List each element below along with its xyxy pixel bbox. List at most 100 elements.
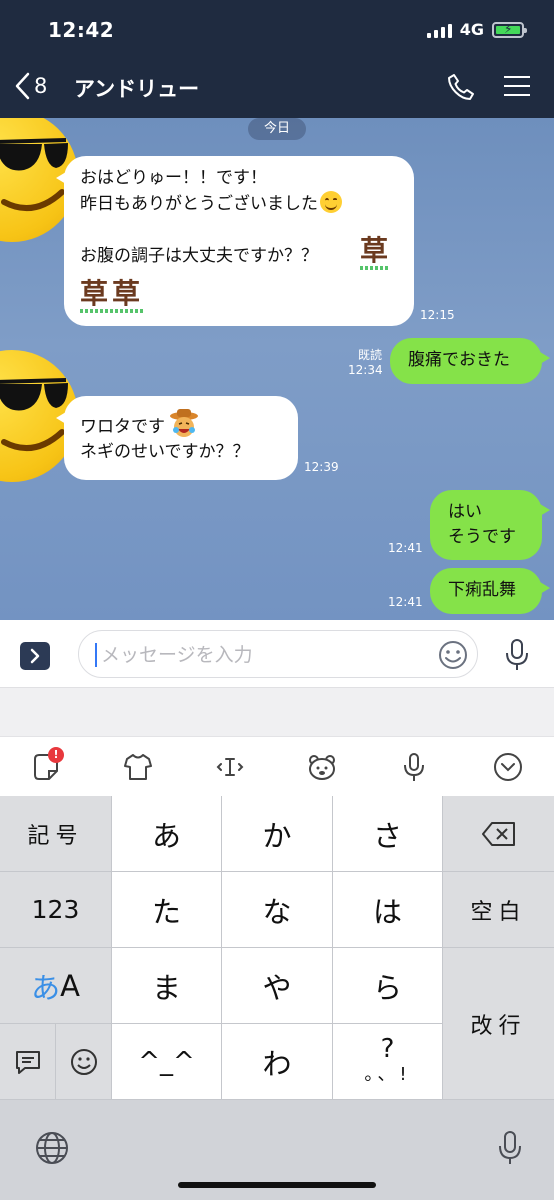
home-indicator[interactable]	[178, 1182, 376, 1188]
kana-key[interactable]: ら	[333, 948, 442, 1023]
switch-keyboard-button[interactable]	[34, 1130, 70, 1170]
read-receipt: 既読 12:34	[348, 348, 383, 378]
battery-icon: ⚡	[492, 21, 527, 38]
return-key[interactable]: 改行	[443, 948, 554, 1099]
text-caret	[95, 643, 97, 667]
message-text: 昨日もありがとうございました	[80, 194, 318, 214]
message-time: 12:34	[348, 363, 383, 377]
punctuation-question: ?	[380, 1033, 395, 1064]
kana-label: あ	[31, 970, 61, 1005]
globe-icon	[36, 1132, 68, 1164]
menu-button[interactable]	[504, 76, 530, 103]
message-bubble-outgoing[interactable]: 下痢乱舞	[430, 568, 550, 614]
message-bubble-incoming[interactable]: おはどりゅー！！です！ 昨日もありがとうございました お腹の調子は大丈夫ですか？…	[56, 156, 414, 326]
menu-icon	[504, 76, 530, 96]
sticker-button[interactable]: !	[30, 747, 64, 783]
dictation-button[interactable]	[398, 751, 430, 783]
japanese-keyboard: 記号 123 あA あ か さ た な は ま や ら ^_^ わ ? 。、! …	[0, 796, 554, 1100]
suggestion-bar	[0, 688, 554, 736]
message-bubble-outgoing[interactable]: はい そうです	[430, 490, 550, 560]
message-text: ネギのせいですか？？	[80, 442, 250, 462]
kana-key[interactable]: あ	[112, 796, 221, 871]
chat-area[interactable]: 今日 おはどりゅー！！です！ 昨日もありがとうございました お腹の調子は大丈夫で…	[0, 118, 554, 620]
message-key[interactable]	[0, 1024, 55, 1099]
smile-icon	[70, 1048, 97, 1075]
numbers-key[interactable]: 123	[0, 872, 111, 947]
cursor-button[interactable]	[214, 751, 246, 783]
message-text: お腹の調子は大丈夫ですか？？	[80, 246, 318, 266]
message-time: 12:41	[388, 541, 423, 555]
status-indicators: 4G ⚡	[426, 20, 527, 39]
mic-icon	[499, 1131, 521, 1164]
emoji-key[interactable]	[56, 1024, 111, 1099]
message-icon	[15, 1050, 40, 1074]
chevron-down-icon	[494, 753, 522, 781]
back-icon	[15, 72, 30, 100]
date-separator: 今日	[248, 118, 306, 140]
message-text: ワロタです	[80, 417, 165, 437]
kana-key[interactable]: や	[222, 948, 332, 1023]
network-label: 4G	[459, 20, 484, 39]
backspace-key[interactable]	[443, 796, 554, 871]
mic-icon	[506, 639, 528, 670]
call-button[interactable]	[446, 72, 476, 106]
read-label: 既読	[357, 348, 382, 362]
expand-icon	[30, 648, 40, 664]
collapse-keyboard-button[interactable]	[492, 751, 524, 783]
kana-key[interactable]: ま	[112, 948, 221, 1023]
punctuation-key[interactable]: ? 。、!	[333, 1024, 442, 1099]
cursor-icon	[216, 758, 244, 776]
message-text: 腹痛でおきた	[408, 350, 510, 370]
punctuation-marks: 。、!	[364, 1063, 411, 1085]
kana-key[interactable]: は	[333, 872, 442, 947]
kana-key[interactable]: た	[112, 872, 221, 947]
theme-button[interactable]	[122, 751, 154, 783]
space-key[interactable]: 空白	[443, 872, 554, 947]
message-field[interactable]	[78, 630, 478, 678]
bear-icon	[309, 755, 335, 780]
message-bubble-incoming[interactable]: ワロタです ネギのせいですか？？	[56, 396, 298, 480]
input-mode-key[interactable]: あA	[0, 948, 111, 1023]
backspace-icon	[481, 821, 515, 846]
alpha-label: A	[60, 968, 80, 1003]
kana-key[interactable]: わ	[222, 1024, 332, 1099]
message-text	[80, 217, 398, 242]
phone-icon	[448, 74, 474, 100]
unread-count: 8	[34, 74, 48, 98]
back-button[interactable]: 8	[14, 72, 47, 100]
laughing-cowboy-emoji	[170, 409, 198, 437]
message-input[interactable]	[101, 641, 431, 669]
message-text: そうです	[448, 527, 516, 547]
kana-key[interactable]: な	[222, 872, 332, 947]
message-text: 下痢乱舞	[448, 580, 516, 600]
kusa-emoji-text: 草	[360, 234, 389, 270]
chat-header: 12:42 4G ⚡ 8 アンドリュー	[0, 0, 554, 118]
message-text: おはどりゅー！！です！	[80, 168, 267, 188]
mic-icon	[404, 753, 424, 781]
smiling-face-emoji	[320, 191, 342, 213]
message-input-bar	[0, 620, 554, 688]
kana-key[interactable]: さ	[333, 796, 442, 871]
chat-title: アンドリュー	[74, 77, 200, 101]
expand-button[interactable]	[20, 642, 50, 670]
emoticon-button[interactable]	[306, 751, 338, 783]
symbols-key[interactable]: 記号	[0, 796, 111, 871]
voice-button[interactable]	[502, 638, 532, 676]
keyboard-dictation-button[interactable]	[498, 1130, 522, 1170]
emoji-icon	[439, 641, 467, 669]
status-time: 12:42	[48, 18, 115, 42]
emoji-button[interactable]	[437, 639, 469, 675]
keyboard-toolbar: !	[0, 736, 554, 796]
message-bubble-outgoing[interactable]: 腹痛でおきた	[390, 338, 550, 384]
keyboard-bottom-area	[0, 1100, 554, 1200]
message-time: 12:39	[304, 460, 339, 474]
shirt-icon	[124, 754, 152, 780]
kusa-emoji-text: 草草	[80, 277, 145, 313]
notification-badge: !	[48, 747, 64, 763]
kana-key[interactable]: か	[222, 796, 332, 871]
message-text: はい	[448, 502, 482, 522]
signal-icon	[426, 22, 452, 38]
message-time: 12:15	[420, 308, 455, 322]
kaomoji-key[interactable]: ^_^	[112, 1024, 221, 1099]
message-time: 12:41	[388, 595, 423, 609]
